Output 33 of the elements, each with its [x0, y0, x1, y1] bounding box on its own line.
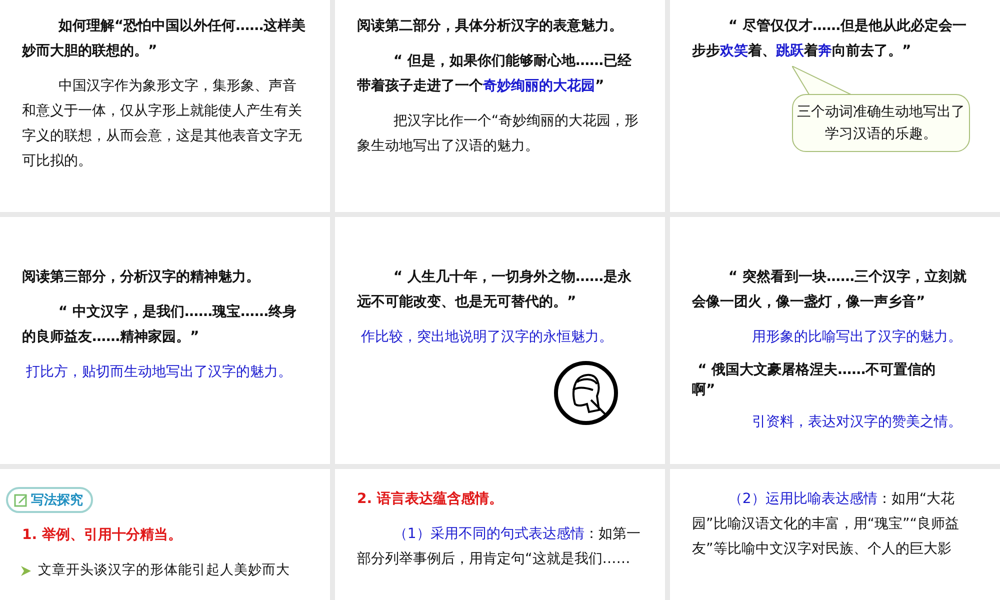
- slide-thumbnail[interactable]: （2）运用比喻表达感情：如用“大花园”比喻汉语文化的丰富，用“瑰宝”“良师益友”等比喻中文汉字对民族、个人的巨大影: [670, 469, 1000, 600]
- quote-text: “ 尽管仅仅才……但是他从此必定会一步步欢笑着、跳跃着奔向前去了。”: [692, 16, 968, 61]
- quote-text: 如何理解“恐怕中国以外任何……这样美妙而大胆的联想的。”: [22, 16, 307, 61]
- note-text: 引资料，表达对汉字的赞美之情。: [751, 413, 963, 432]
- body-text: （2）运用比喻表达感情：如用“大花园”比喻汉语文化的丰富，用“瑰宝”“良师益友”等比喻中文汉字对民族、个人的巨大影: [692, 490, 960, 559]
- bullet-arrow-icon: [20, 565, 32, 577]
- slide-heading: 阅读第二部分，具体分析汉字的表意魅力。: [357, 16, 624, 36]
- quote-text: “ 突然看到一块……三个汉字，立刻就会像一团火，像一盏灯，像一声乡音”: [692, 268, 968, 312]
- slide-thumbnail[interactable]: 写法探究 1. 举例、引用十分精当。 文章开头谈汉字的形体能引起人美妙而大: [0, 469, 330, 600]
- body-text: 中国汉字作为象形文字，集形象、声音和意义于一体，仅从字形上就能使人产生有关字义的联想，从而会意，这是其他表音文字无可比拟的。: [22, 77, 303, 171]
- body-text: （1）采用不同的句式表达感情：如第一部分列举事例后，用肯定句“这就是我们……: [357, 525, 641, 569]
- body-text: 把汉字比作一个“奇妙绚丽的大花园，形象生动地写出了汉语的魅力。: [357, 112, 640, 156]
- bullet-text: 文章开头谈汉字的形体能引起人美妙而大: [38, 561, 290, 580]
- slide-thumbnail[interactable]: “ 突然看到一块……三个汉字，立刻就会像一团火，像一盏灯，像一声乡音” 用形象的比喻写出了汉字的魅力。 “ 俄国大文豪屠格涅夫……不可置信的啊” 引资料，表达对汉字的赞美之情。: [670, 217, 1000, 464]
- quote-text: “ 中文汉字，是我们……瑰宝……终身的良师益友……精神家园。”: [22, 302, 298, 347]
- quote-text: “ 人生几十年，一切身外之物……是永远不可能改变、也是无可替代的。”: [357, 268, 632, 312]
- note-text: 作比较，突出地说明了汉字的永恒魅力。: [360, 328, 614, 347]
- slide-thumbnail[interactable]: 如何理解“恐怕中国以外任何……这样美妙而大胆的联想的。” 中国汉字作为象形文字，集形象、声音和意义于一体，仅从字形上就能使人产生有关字义的联想，从而会意，这是其他表音文字无可比拟的。: [0, 0, 330, 212]
- section-heading: 2. 语言表达蕴含感情。: [357, 490, 504, 509]
- note-text: 打比方，贴切而生动地写出了汉字的魅力。: [25, 363, 294, 382]
- stamp-icon: [553, 360, 619, 426]
- slide-thumbnail[interactable]: 阅读第二部分，具体分析汉字的表意魅力。 “ 但是，如果你们能够耐心地……已经带着孩子走进了一个奇妙绚丽的大花园” 把汉字比作一个“奇妙绚丽的大花园，形象生动地写出了汉语的魅力。: [335, 0, 665, 212]
- note-text: 用形象的比喻写出了汉字的魅力。: [751, 328, 963, 347]
- slide-heading: 阅读第三部分，分析汉字的精神魅力。: [22, 268, 261, 287]
- quote-text: “ 但是，如果你们能够耐心地……已经带着孩子走进了一个奇妙绚丽的大花园”: [357, 52, 632, 96]
- slide-thumbnail[interactable]: “ 尽管仅仅才……但是他从此必定会一步步欢笑着、跳跃着奔向前去了。” 三个动词准确生动地写出了学习汉语的乐趣。: [670, 0, 1000, 212]
- badge-label: 写法探究: [31, 492, 83, 509]
- slide-thumbnail[interactable]: 阅读第三部分，分析汉字的精神魅力。 “ 中文汉字，是我们……瑰宝……终身的良师益友……精神家园。” 打比方，贴切而生动地写出了汉字的魅力。: [0, 217, 330, 464]
- quote-text: “ 俄国大文豪屠格涅夫……不可置信的啊”: [692, 361, 937, 400]
- slide-thumbnail[interactable]: 2. 语言表达蕴含感情。 （1）采用不同的句式表达感情：如第一部分列举事例后，用肯定句“这就是我们……: [335, 469, 665, 600]
- slide-thumbnail[interactable]: “ 人生几十年，一切身外之物……是永远不可能改变、也是无可替代的。” 作比较，突出地说明了汉字的永恒魅力。: [335, 217, 665, 464]
- edit-icon: [14, 493, 28, 507]
- section-heading: 1. 举例、引用十分精当。: [22, 526, 183, 545]
